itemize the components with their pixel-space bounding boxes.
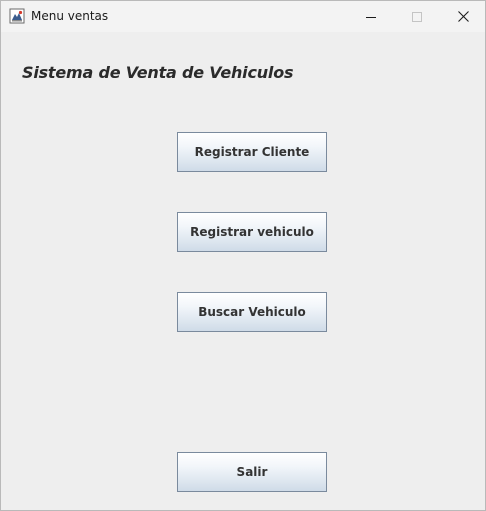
salir-button[interactable]: Salir [177, 452, 327, 492]
main-panel: Sistema de Venta de Vehiculos Registrar … [1, 32, 485, 510]
app-window: Menu ventas Sistema de Venta de Vehiculo… [0, 0, 486, 511]
java-app-icon [9, 8, 25, 24]
maximize-icon [412, 7, 422, 26]
minimize-icon [366, 7, 376, 26]
close-icon [457, 7, 469, 26]
page-title: Sistema de Venta de Vehiculos [22, 63, 294, 82]
close-button[interactable] [440, 1, 486, 32]
minimize-button[interactable] [348, 1, 394, 32]
maximize-button[interactable] [394, 1, 440, 32]
window-title: Menu ventas [31, 9, 109, 23]
registrar-cliente-button[interactable]: Registrar Cliente [177, 132, 327, 172]
title-bar[interactable]: Menu ventas [1, 1, 485, 32]
buscar-vehiculo-button[interactable]: Buscar Vehiculo [177, 292, 327, 332]
registrar-vehiculo-button[interactable]: Registrar vehiculo [177, 212, 327, 252]
